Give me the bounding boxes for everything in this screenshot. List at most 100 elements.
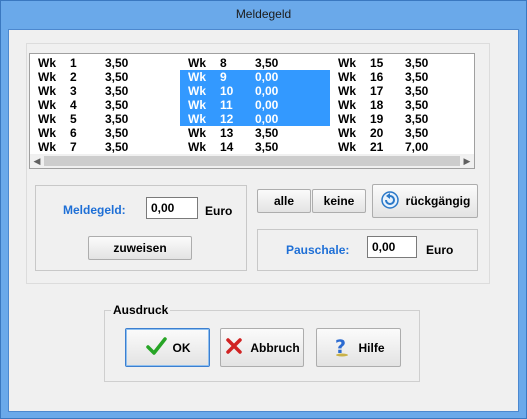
week-number: 12 <box>220 112 234 126</box>
cancel-label: Abbruch <box>250 340 300 355</box>
week-prefix: Wk <box>38 140 56 154</box>
week-amount: 3,50 <box>105 84 129 98</box>
week-prefix: Wk <box>338 140 356 154</box>
help-button[interactable]: ? Hilfe <box>316 328 401 367</box>
cancel-button[interactable]: Abbruch <box>220 328 304 367</box>
week-prefix: Wk <box>338 112 356 126</box>
week-row[interactable]: Wk 16 3,50 <box>330 70 468 84</box>
week-number: 19 <box>370 112 384 126</box>
week-amount: 3,50 <box>405 56 429 70</box>
week-prefix: Wk <box>338 126 356 140</box>
week-prefix: Wk <box>38 56 56 70</box>
select-all-button[interactable]: alle <box>257 189 311 213</box>
week-column-1: Wk 1 3,50 Wk 2 3,50 Wk 3 3,50 Wk 4 3,50 Wk 5 3,50 Wk 6 3,… <box>30 56 168 154</box>
week-row[interactable]: Wk 8 3,50 <box>180 56 330 70</box>
ok-button[interactable]: OK <box>125 328 210 367</box>
week-amount: 3,50 <box>105 98 129 112</box>
week-column-2: Wk 8 3,50 Wk 9 0,00 Wk 10 0,00 Wk 11 0,00 Wk 12 0,00 Wk… <box>180 56 330 154</box>
print-group-label: Ausdruck <box>111 303 171 317</box>
week-amount: 3,50 <box>255 56 279 70</box>
week-amount: 3,50 <box>405 84 429 98</box>
week-list[interactable]: Wk 1 3,50 Wk 2 3,50 Wk 3 3,50 Wk 4 3,50 Wk 5 3,50 Wk 6 3,… <box>29 53 475 169</box>
week-prefix: Wk <box>188 112 206 126</box>
help-icon: ? <box>332 335 352 360</box>
week-amount: 3,50 <box>105 70 129 84</box>
week-row[interactable]: Wk 12 0,00 <box>180 112 330 126</box>
week-prefix: Wk <box>188 56 206 70</box>
week-row[interactable]: Wk 13 3,50 <box>180 126 330 140</box>
week-number: 14 <box>220 140 234 154</box>
week-prefix: Wk <box>188 126 206 140</box>
week-number: 6 <box>70 126 77 140</box>
week-number: 16 <box>370 70 384 84</box>
week-row[interactable]: Wk 11 0,00 <box>180 98 330 112</box>
week-amount: 0,00 <box>255 98 279 112</box>
week-row[interactable]: Wk 10 0,00 <box>180 84 330 98</box>
week-number: 15 <box>370 56 384 70</box>
week-amount: 3,50 <box>405 112 429 126</box>
week-row[interactable]: Wk 19 3,50 <box>330 112 468 126</box>
select-none-button[interactable]: keine <box>312 189 366 213</box>
week-row[interactable]: Wk 18 3,50 <box>330 98 468 112</box>
week-amount: 3,50 <box>105 56 129 70</box>
close-icon <box>224 336 244 359</box>
week-prefix: Wk <box>188 98 206 112</box>
week-number: 7 <box>70 140 77 154</box>
week-row[interactable]: Wk 14 3,50 <box>180 140 330 154</box>
week-row[interactable]: Wk 3 3,50 <box>30 84 168 98</box>
week-amount: 0,00 <box>255 112 279 126</box>
meldegeld-input[interactable]: 0,00 <box>146 197 198 219</box>
week-amount: 3,50 <box>405 126 429 140</box>
meldegeld-label: Meldegeld: <box>63 203 126 217</box>
week-amount: 0,00 <box>255 70 279 84</box>
week-row[interactable]: Wk 15 3,50 <box>330 56 468 70</box>
week-row[interactable]: Wk 5 3,50 <box>30 112 168 126</box>
week-amount: 7,00 <box>405 140 429 154</box>
week-row[interactable]: Wk 4 3,50 <box>30 98 168 112</box>
week-number: 18 <box>370 98 384 112</box>
week-column-3: Wk 15 3,50 Wk 16 3,50 Wk 17 3,50 Wk 18 3,50 Wk 19 3,50… <box>330 56 468 154</box>
week-number: 1 <box>70 56 77 70</box>
horizontal-scrollbar[interactable]: ◀ ▶ <box>30 154 474 168</box>
week-prefix: Wk <box>38 70 56 84</box>
week-row[interactable]: Wk 7 3,50 <box>30 140 168 154</box>
week-number: 20 <box>370 126 384 140</box>
week-prefix: Wk <box>38 126 56 140</box>
scroll-right-icon[interactable]: ▶ <box>460 154 474 168</box>
week-prefix: Wk <box>38 112 56 126</box>
week-row[interactable]: Wk 1 3,50 <box>30 56 168 70</box>
week-amount: 3,50 <box>405 98 429 112</box>
week-row[interactable]: Wk 9 0,00 <box>180 70 330 84</box>
week-prefix: Wk <box>38 98 56 112</box>
week-prefix: Wk <box>338 70 356 84</box>
scroll-left-icon[interactable]: ◀ <box>30 154 44 168</box>
week-amount: 3,50 <box>405 70 429 84</box>
week-number: 11 <box>220 98 233 112</box>
week-amount: 3,50 <box>105 126 129 140</box>
window-title: Meldegeld <box>235 7 292 21</box>
help-label: Hilfe <box>358 340 385 355</box>
pauschale-input[interactable]: 0,00 <box>367 236 417 258</box>
week-number: 4 <box>70 98 77 112</box>
week-row[interactable]: Wk 6 3,50 <box>30 126 168 140</box>
pauschale-label: Pauschale: <box>286 243 350 257</box>
week-row[interactable]: Wk 2 3,50 <box>30 70 168 84</box>
week-row[interactable]: Wk 21 7,00 <box>330 140 468 154</box>
week-amount: 3,50 <box>105 140 129 154</box>
meldegeld-unit: Euro <box>205 204 233 218</box>
week-number: 13 <box>220 126 234 140</box>
ok-label: OK <box>172 340 191 355</box>
week-row[interactable]: Wk 20 3,50 <box>330 126 468 140</box>
week-row[interactable]: Wk 17 3,50 <box>330 84 468 98</box>
week-prefix: Wk <box>188 84 206 98</box>
undo-button[interactable]: rückgängig <box>372 184 478 218</box>
week-amount: 3,50 <box>105 112 129 126</box>
week-prefix: Wk <box>188 70 206 84</box>
assign-button[interactable]: zuweisen <box>88 236 192 260</box>
week-number: 10 <box>220 84 234 98</box>
week-amount: 0,00 <box>255 84 279 98</box>
dialog-window: Meldegeld Wk 1 3,50 Wk 2 3,50 Wk 3 3,50 Wk 4 3,50 Wk… <box>0 0 527 419</box>
scrollbar-thumb[interactable] <box>44 156 460 166</box>
week-amount: 3,50 <box>255 126 279 140</box>
week-number: 17 <box>370 84 384 98</box>
